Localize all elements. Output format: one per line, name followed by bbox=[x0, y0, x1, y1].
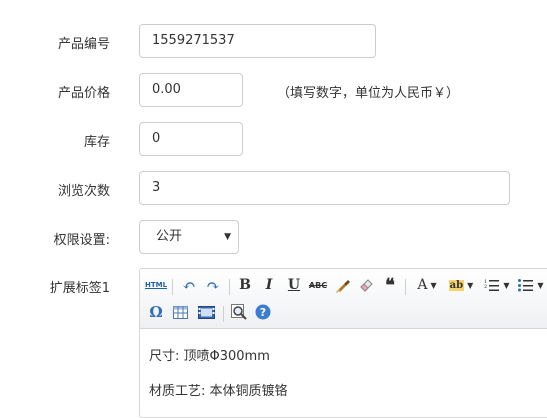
undo-icon[interactable]: ↶ bbox=[179, 275, 199, 295]
permission-selected-value: 公开 bbox=[156, 229, 183, 244]
italic-button[interactable]: I bbox=[260, 275, 278, 295]
content-paragraph: 尺寸: 顶喷Φ300mm bbox=[149, 349, 270, 364]
special-char-button[interactable]: Ω bbox=[146, 302, 166, 322]
ext-tag-label: 扩展标签1 bbox=[49, 281, 110, 296]
background-color-button[interactable]: ab ▼ bbox=[446, 275, 476, 295]
redo-icon[interactable]: ↷ bbox=[203, 275, 223, 295]
price-hint: （填写数字，单位为人民币￥） bbox=[277, 86, 460, 101]
views-input[interactable]: 3 bbox=[139, 171, 510, 205]
svg-text:2: 2 bbox=[484, 284, 487, 290]
media-icon[interactable] bbox=[195, 302, 217, 322]
price-input[interactable]: 0.00 bbox=[139, 73, 243, 107]
views-label: 浏览次数 bbox=[57, 184, 110, 199]
eraser-icon[interactable] bbox=[356, 275, 376, 295]
price-label: 产品价格 bbox=[57, 86, 110, 101]
product-code-label: 产品编号 bbox=[57, 37, 110, 52]
product-code-input[interactable]: 1559271537 bbox=[139, 24, 376, 58]
rich-text-editor[interactable]: HTML ↶ ↷ B I U ABC ❝ A ▼ ab ▼ 12 ▼ ▼ Ω ?… bbox=[139, 268, 547, 418]
svg-text:?: ? bbox=[260, 306, 266, 319]
permission-label: 权限设置: bbox=[53, 233, 110, 248]
bold-button[interactable]: B bbox=[236, 275, 254, 295]
editor-content[interactable]: 尺寸: 顶喷Φ300mm 材质工艺: 本体铜质镀铬 bbox=[140, 329, 547, 417]
content-paragraph: 材质工艺: 本体铜质镀铬 bbox=[149, 384, 288, 399]
ordered-list-icon[interactable]: 12 ▼ bbox=[482, 275, 512, 295]
stock-input[interactable]: 0 bbox=[139, 122, 243, 156]
chevron-down-icon: ▼ bbox=[224, 232, 231, 242]
stock-label: 库存 bbox=[83, 135, 110, 150]
html-source-button[interactable]: HTML bbox=[144, 275, 168, 295]
editor-toolbar: HTML ↶ ↷ B I U ABC ❝ A ▼ ab ▼ 12 ▼ ▼ Ω ? bbox=[140, 269, 547, 329]
font-color-button[interactable]: A ▼ bbox=[413, 275, 441, 295]
help-icon[interactable]: ? bbox=[253, 302, 273, 322]
permission-select[interactable]: 公开 ▼ bbox=[139, 220, 239, 254]
format-painter-icon[interactable] bbox=[333, 275, 353, 295]
preview-icon[interactable] bbox=[229, 302, 249, 322]
underline-button[interactable]: U bbox=[285, 275, 303, 295]
unordered-list-icon[interactable]: ▼ bbox=[516, 275, 546, 295]
strikethrough-button[interactable]: ABC bbox=[308, 275, 328, 295]
table-icon[interactable] bbox=[170, 302, 190, 322]
blockquote-icon[interactable]: ❝ bbox=[380, 275, 400, 296]
